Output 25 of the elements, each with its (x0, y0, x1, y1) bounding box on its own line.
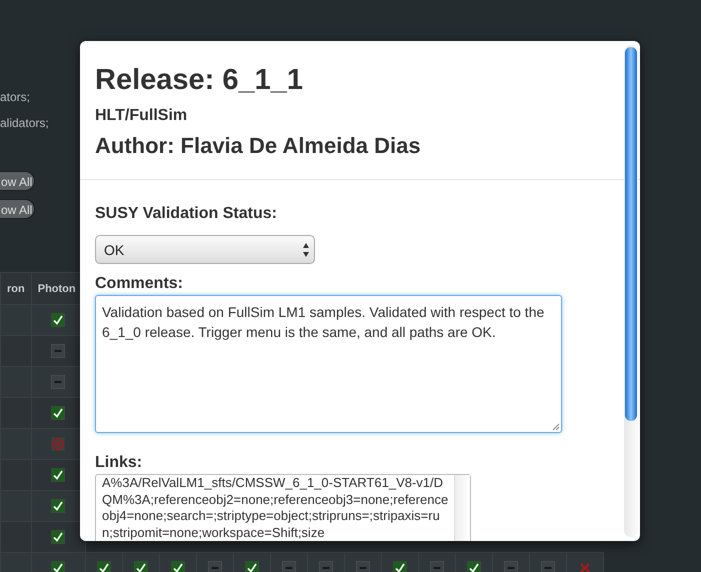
release-title: Release: 6_1_1 (95, 63, 304, 97)
dialog-scrollbar[interactable] (624, 45, 638, 537)
status-select[interactable]: OK (95, 235, 315, 264)
comments-label: Comments: (95, 274, 184, 293)
background-text: ators; (0, 89, 30, 106)
cross-icon (578, 561, 592, 572)
column-header: ron (0, 272, 32, 304)
release-subtitle: HLT/FullSim (95, 107, 188, 125)
show-all-button[interactable]: ow All (0, 199, 36, 219)
show-all-button[interactable]: ow All (0, 171, 36, 191)
status-label: SUSY Validation Status: (95, 204, 278, 223)
check-icon (51, 406, 66, 420)
check-icon (51, 468, 66, 482)
comments-field[interactable]: Validation based on FullSim LM1 samples. Validated with respect to the 6_1_0 release. Trigger menu is the same, and all paths are OK. (95, 295, 562, 433)
author-heading: Author: Flavia De Almeida Dias (95, 133, 422, 159)
check-icon (51, 499, 66, 513)
check-icon (51, 530, 66, 544)
dash-icon (51, 375, 66, 389)
background-text: alidators; (0, 115, 49, 132)
dash-icon (51, 344, 66, 358)
stepper-icon (302, 242, 310, 258)
resize-grip-icon (551, 422, 560, 431)
check-icon (51, 313, 66, 327)
links-label: Links: (95, 453, 144, 472)
target-icon (51, 437, 66, 451)
